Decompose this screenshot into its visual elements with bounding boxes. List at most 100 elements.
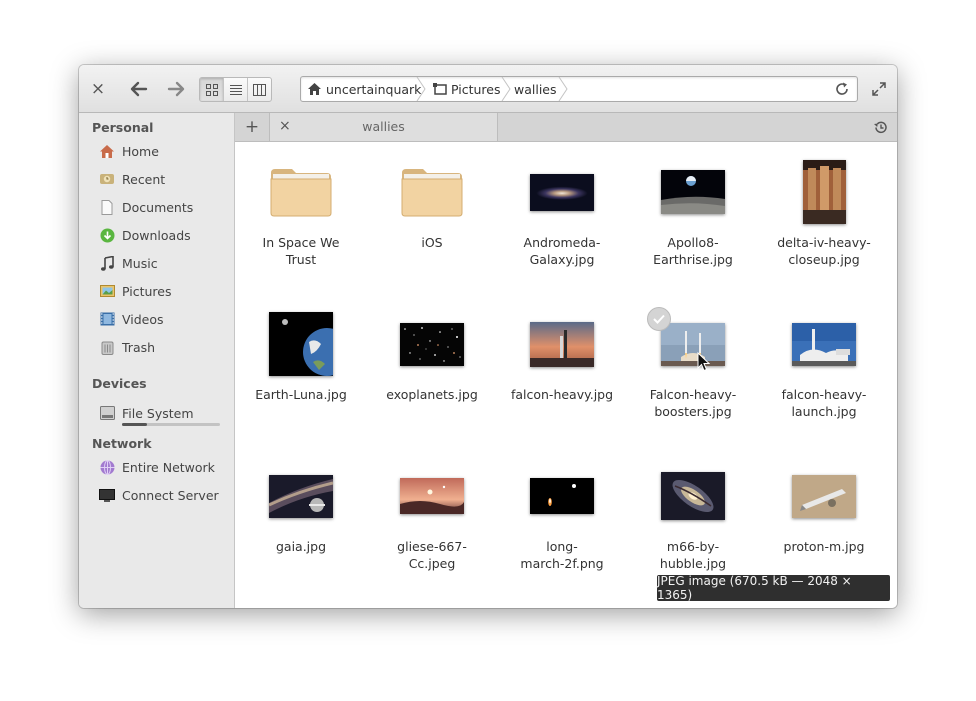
checkmark-icon — [653, 314, 665, 324]
file-name-line: delta-iv-heavy- — [777, 235, 871, 250]
thumbnail — [502, 154, 622, 230]
file-item[interactable]: falcon-heavy-launch.jpg — [764, 306, 884, 420]
thumbnail — [502, 306, 622, 382]
path-bar[interactable]: uncertainquark Pictures wallies — [300, 76, 858, 102]
view-mode-switcher — [199, 77, 272, 102]
sidebar-item-recent[interactable]: Recent — [99, 168, 227, 190]
file-name-label: Apollo8- Earthrise.jpg — [633, 234, 753, 268]
file-item[interactable]: long-march-2f.png — [502, 458, 622, 572]
image-thumbnail — [269, 312, 351, 376]
file-item[interactable]: Apollo8- Earthrise.jpg — [633, 154, 753, 268]
sidebar-item-label: Pictures — [122, 283, 172, 299]
back-button[interactable] — [127, 78, 151, 100]
file-item[interactable]: proton-m.jpg — [764, 458, 884, 555]
videos-icon — [100, 312, 114, 326]
sidebar-item-trash[interactable]: Trash — [99, 336, 227, 358]
file-item[interactable]: gaia.jpg — [241, 458, 361, 555]
network-icon — [100, 459, 114, 475]
column-view-button[interactable] — [248, 78, 271, 101]
file-item[interactable]: falcon-heavy.jpg — [502, 306, 622, 403]
file-name-label: Earth-Luna.jpg — [241, 386, 361, 403]
sidebar-item-label: File System — [122, 405, 194, 421]
file-name-label: gliese-667- Cc.jpeg — [372, 538, 492, 572]
sidebar-item-home[interactable]: Home — [99, 140, 227, 162]
sidebar-item-downloads[interactable]: Downloads — [99, 224, 227, 246]
mouse-pointer-icon — [697, 352, 710, 372]
file-manager-window: × uncertainquark Pictures wallies Person… — [79, 65, 897, 608]
image-thumbnail — [792, 322, 856, 366]
file-grid: In Space We Trust iOS Andromeda- Galaxy.jpg A… — [235, 142, 897, 608]
sidebar-item-label: Entire Network — [122, 459, 215, 475]
file-item[interactable]: m66-by-hubble.jpg — [633, 458, 753, 572]
file-item[interactable]: delta-iv-heavy-closeup.jpg — [764, 154, 884, 268]
sidebar-item-file-system[interactable]: File System — [99, 402, 227, 424]
file-item[interactable]: Earth-Luna.jpg — [241, 306, 361, 403]
thumbnail — [372, 306, 492, 382]
breadcrumb-wallies[interactable]: wallies — [514, 77, 557, 101]
folder-item[interactable]: In Space We Trust — [241, 154, 361, 268]
sidebar-item-label: Downloads — [122, 227, 191, 243]
file-name-line: m66-by- — [666, 539, 720, 554]
folder-item[interactable]: iOS — [372, 154, 492, 251]
sidebar-section-devices: Devices — [92, 376, 147, 391]
reload-button[interactable] — [835, 77, 849, 101]
file-name-line: gaia.jpg — [275, 539, 327, 554]
breadcrumb-label: wallies — [514, 81, 557, 97]
close-icon: × — [90, 79, 106, 99]
thumbnail — [764, 458, 884, 534]
home-icon — [100, 144, 114, 158]
image-thumbnail — [400, 478, 464, 514]
file-name-line: falcon-heavy- — [781, 387, 867, 402]
sidebar-item-documents[interactable]: Documents — [99, 196, 227, 218]
file-name-line: launch.jpg — [791, 404, 857, 419]
sidebar-item-music[interactable]: Music — [99, 252, 227, 274]
file-item[interactable]: exoplanets.jpg — [372, 306, 492, 403]
file-name-line: long- — [546, 539, 578, 554]
folder-icon — [401, 167, 463, 217]
file-name-line: Cc.jpeg — [408, 556, 456, 571]
pictures-folder-icon — [433, 83, 447, 95]
new-tab-button[interactable]: + — [235, 113, 269, 141]
sidebar-item-pictures[interactable]: Pictures — [99, 280, 227, 302]
list-view-button[interactable] — [224, 78, 248, 101]
sidebar-section-personal: Personal — [92, 120, 154, 135]
breadcrumb-pictures[interactable]: Pictures — [432, 77, 501, 101]
file-name-line: falcon-heavy.jpg — [510, 387, 614, 402]
file-item[interactable]: Andromeda- Galaxy.jpg — [502, 154, 622, 268]
file-name-line: Andromeda- — [523, 235, 601, 250]
folder-icon — [241, 154, 361, 230]
file-name-line: Earthrise.jpg — [653, 252, 733, 267]
tab-wallies[interactable]: × wallies — [269, 113, 498, 141]
back-arrow-icon — [130, 81, 148, 97]
file-name-line: Galaxy.jpg — [529, 252, 595, 267]
trash-icon — [101, 341, 113, 355]
icon-view-button[interactable] — [200, 78, 224, 101]
maximize-button[interactable] — [867, 78, 891, 100]
sidebar-item-label: Home — [122, 143, 159, 159]
forward-button[interactable] — [164, 78, 188, 100]
history-button[interactable] — [871, 119, 889, 135]
close-window-button[interactable]: × — [87, 78, 109, 100]
file-name-line: gliese-667- — [397, 539, 467, 554]
folder-icon — [372, 154, 492, 230]
server-icon — [99, 488, 115, 502]
sidebar-item-label: Trash — [122, 339, 156, 355]
image-thumbnail — [802, 160, 846, 224]
reload-icon — [836, 82, 848, 95]
file-name-line: closeup.jpg — [788, 252, 860, 267]
breadcrumb-home[interactable]: uncertainquark — [307, 77, 421, 101]
thumbnail — [502, 458, 622, 534]
sidebar-item-connect-server[interactable]: Connect Server — [99, 484, 227, 506]
chevron-right-icon — [558, 77, 568, 101]
chevron-right-icon — [416, 77, 426, 101]
image-thumbnail — [792, 474, 856, 518]
file-name-line: Apollo8- — [667, 235, 719, 250]
header-bar: × uncertainquark Pictures wallies — [79, 65, 897, 113]
sidebar-section-network: Network — [92, 436, 152, 451]
file-item[interactable]: gliese-667- Cc.jpeg — [372, 458, 492, 572]
file-name-label: proton-m.jpg — [764, 538, 884, 555]
selection-checkmark[interactable] — [647, 307, 671, 331]
sidebar-item-entire-network[interactable]: Entire Network — [99, 456, 227, 478]
file-name-line: In Space We — [262, 235, 340, 250]
sidebar-item-videos[interactable]: Videos — [99, 308, 227, 330]
